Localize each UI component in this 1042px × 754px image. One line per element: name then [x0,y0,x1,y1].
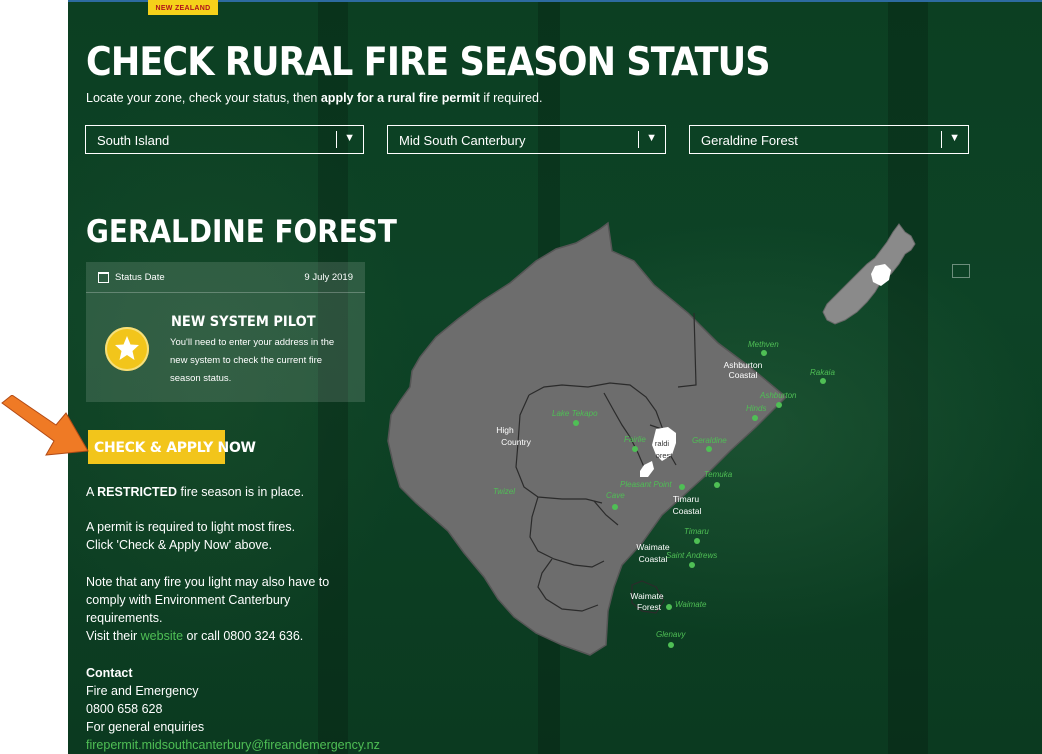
map-zone-label: Coastal [639,554,668,564]
map-zone-label: Country [501,437,532,447]
permit-line: A permit is required to light most fires… [86,520,296,534]
note-text: Note that any fire you light may also ha… [86,575,330,625]
contact-phone: 0800 658 628 [86,702,163,716]
zone-select[interactable]: Geraldine Forest ▼ [689,125,969,154]
svg-text:Cave: Cave [606,491,625,500]
main-panel: NEW ZEALAND CHECK RURAL FIRE SEASON STAT… [68,0,1042,754]
chevron-down-icon: ▼ [646,132,657,144]
svg-text:Twizel: Twizel [493,487,515,496]
town-marker[interactable]: Timaru [684,527,709,544]
svg-text:Methven: Methven [748,340,779,349]
chevron-down-icon: ▼ [949,132,960,144]
page-title: CHECK RURAL FIRE SEASON STATUS [86,40,771,85]
district-select-value: Mid South Canterbury [399,133,526,148]
subtitle-text-end: if required. [479,91,543,105]
svg-text:Rakaia: Rakaia [810,368,835,377]
island-locator-map[interactable] [821,220,921,330]
map-zone-label: orest [656,451,674,460]
subtitle-permit-link[interactable]: apply for a rural fire permit [321,91,480,105]
map-zone-label: High [496,425,514,435]
calendar-icon [98,272,109,283]
expand-icon[interactable] [952,264,970,278]
note-visit-pre: Visit their [86,629,141,643]
check-apply-button[interactable]: CHECK & APPLY NOW [88,430,256,464]
page-subtitle: Locate your zone, check your status, the… [86,91,542,105]
map-zone-label: Coastal [673,506,702,516]
note-visit-line: Visit their website or call 0800 324 636… [86,627,356,645]
svg-text:Geraldine: Geraldine [692,436,727,445]
svg-text:Saint Andrews: Saint Andrews [666,551,717,560]
town-marker[interactable]: Waimate [666,600,707,610]
contact-section: Contact Fire and Emergency 0800 658 628 … [86,664,426,754]
district-map[interactable]: High Country Ashburton Coastal Timaru Co… [386,215,866,665]
status-card: Status Date 9 July 2019 NEW SYSTEM PILOT… [86,262,365,402]
environment-note: Note that any fire you light may also ha… [86,573,356,645]
pilot-text: You'll need to enter your address in the… [170,337,335,384]
zone-select-value: Geraldine Forest [701,133,798,148]
star-icon [105,327,149,371]
brand-logo-tab[interactable]: NEW ZEALAND [148,0,218,15]
map-zone-label: Coastal [729,370,758,380]
svg-text:Waimate: Waimate [675,600,707,609]
town-marker[interactable]: Methven [748,340,779,356]
svg-text:Fairlie: Fairlie [624,435,646,444]
permit-info: A permit is required to light most fires… [86,518,366,554]
svg-text:Timaru: Timaru [684,527,709,536]
season-level: RESTRICTED [97,485,177,499]
website-link[interactable]: website [141,629,183,643]
status-date-value: 9 July 2019 [304,272,353,283]
season-status-text: A RESTRICTED fire season is in place. [86,483,366,501]
contact-enquiries-label: For general enquiries [86,720,205,734]
background-shade [888,0,928,754]
select-divider [638,131,639,148]
map-zone-label: raldi [655,439,670,448]
svg-text:Glenavy: Glenavy [656,630,686,639]
status-card-header: Status Date 9 July 2019 [86,262,365,293]
svg-text:Hinds: Hinds [746,404,766,413]
map-zone-label: Timaru [673,494,699,504]
town-marker[interactable]: Twizel [493,487,515,496]
district-select[interactable]: Mid South Canterbury ▼ [387,125,666,154]
map-zone-label: Waimate [636,542,669,552]
svg-text:Temuka: Temuka [704,470,733,479]
select-divider [941,131,942,148]
island-select-value: South Island [97,133,170,148]
town-marker[interactable]: Saint Andrews [666,551,717,568]
season-text-post: fire season is in place. [177,485,305,499]
subtitle-text: Locate your zone, check your status, the… [86,91,321,105]
town-marker[interactable]: Glenavy [656,630,686,648]
svg-text:Lake Tekapo: Lake Tekapo [552,409,598,418]
arrow-annotation-icon [1,395,89,456]
contact-org: Fire and Emergency [86,684,199,698]
pilot-title: NEW SYSTEM PILOT [171,314,316,330]
town-marker[interactable]: Temuka [704,470,733,488]
svg-text:Pleasant Point: Pleasant Point [620,480,672,489]
brand-tab-text: NEW ZEALAND [155,5,211,12]
svg-text:Ashburton: Ashburton [759,391,797,400]
contact-title: Contact [86,666,133,680]
town-marker[interactable]: Rakaia [810,368,835,384]
map-zone-label: Forest [637,602,662,612]
season-text-pre: A [86,485,98,499]
zone-title: GERALDINE FOREST [86,214,397,250]
map-zone-label: Waimate [630,591,663,601]
status-date-label: Status Date [115,272,165,283]
permit-instruction: Click 'Check & Apply Now' above. [86,538,273,552]
contact-email-link[interactable]: firepermit.midsouthcanterbury@fireandeme… [86,736,426,754]
select-divider [336,131,337,148]
note-visit-post: or call 0800 324 636. [183,629,304,643]
island-select[interactable]: South Island ▼ [85,125,364,154]
map-zone-label: Ashburton [724,360,763,370]
chevron-down-icon: ▼ [344,132,355,144]
